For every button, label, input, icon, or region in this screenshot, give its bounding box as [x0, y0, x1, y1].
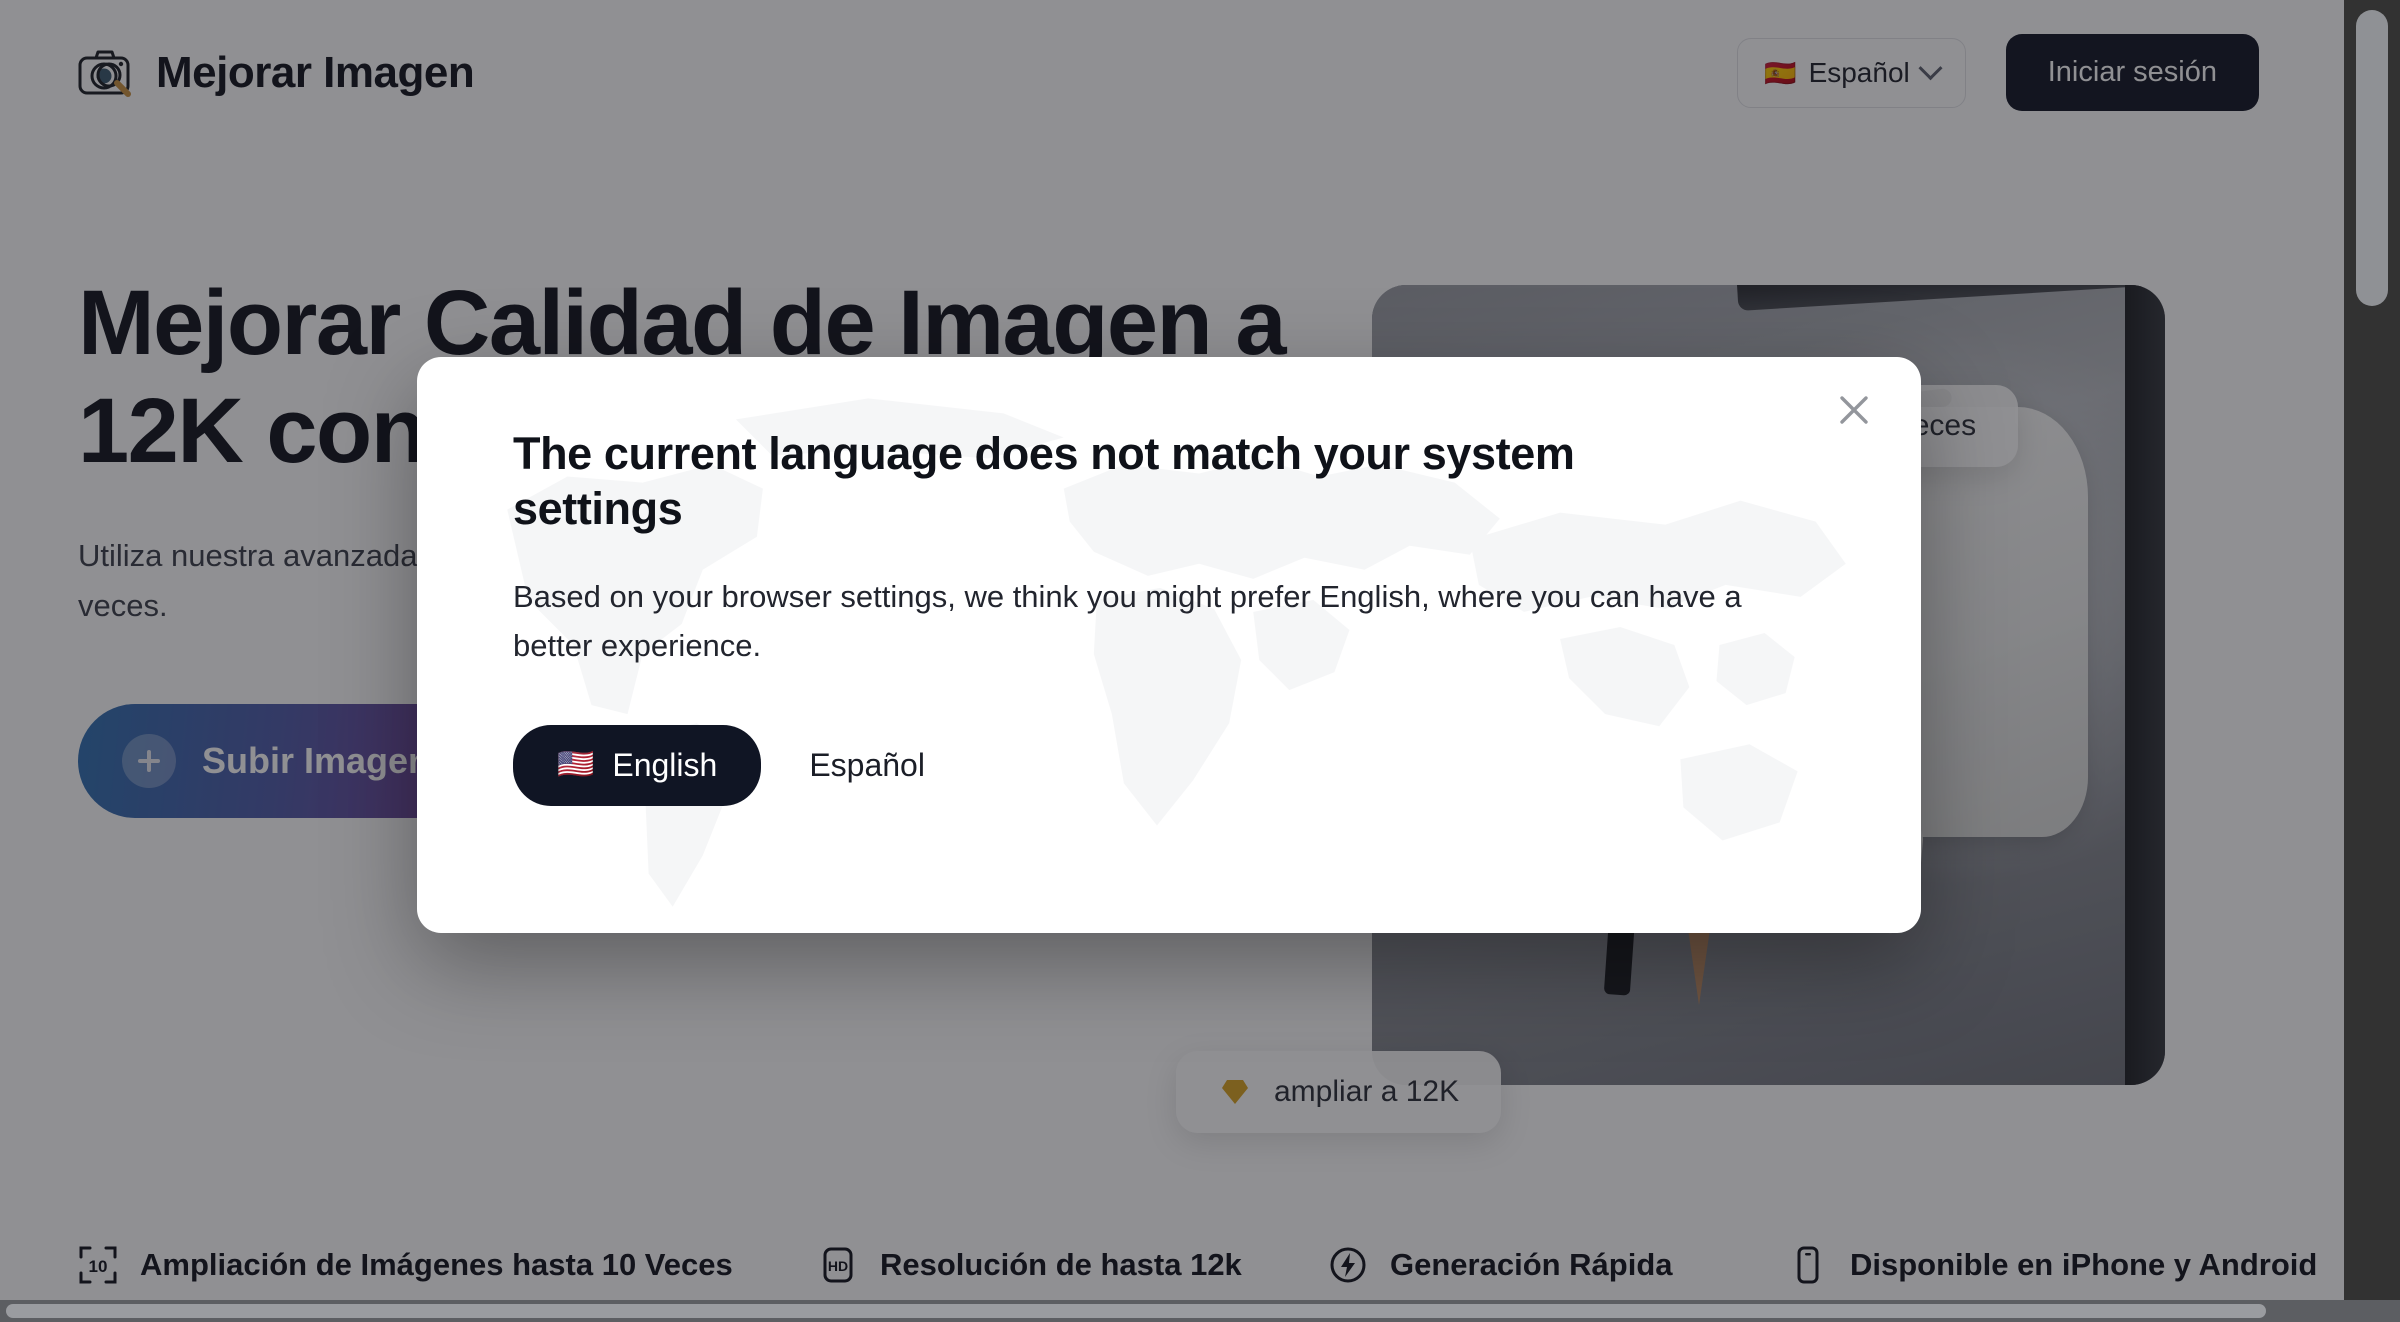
select-spanish-button[interactable]: Español	[795, 725, 939, 806]
usa-flag-icon: 🇺🇸	[557, 748, 595, 782]
select-english-label: English	[612, 746, 718, 783]
vertical-scrollbar-thumb[interactable]	[2356, 10, 2388, 306]
modal-actions: 🇺🇸 English Español	[513, 724, 1825, 806]
page-content: Mejorar Imagen 🇪🇸 Español Iniciar sesión…	[0, 0, 2344, 1300]
horizontal-scrollbar-track[interactable]	[0, 1300, 2400, 1322]
horizontal-scrollbar-thumb[interactable]	[6, 1304, 2266, 1318]
modal-description: Based on your browser settings, we think…	[513, 578, 1742, 663]
modal-body: The current language does not match your…	[417, 357, 1921, 806]
browser-viewport: Mejorar Imagen 🇪🇸 Español Iniciar sesión…	[0, 0, 2400, 1322]
modal-title: The current language does not match your…	[513, 428, 1575, 534]
vertical-scrollbar-track[interactable]	[2344, 0, 2400, 1300]
language-mismatch-dialog: The current language does not match your…	[417, 357, 1921, 933]
select-english-button[interactable]: 🇺🇸 English	[513, 724, 762, 806]
